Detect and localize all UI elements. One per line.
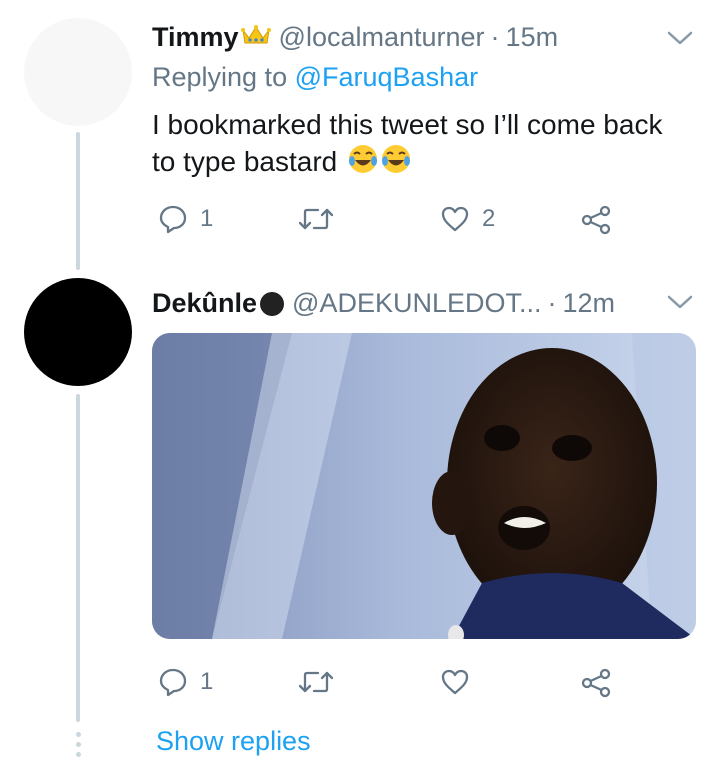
- tweet-header: Timmy @localmanturner · 15m: [152, 22, 558, 53]
- retweet-icon: [298, 208, 334, 230]
- retweet-button[interactable]: [298, 667, 334, 697]
- like-count: 2: [482, 205, 496, 232]
- user-handle[interactable]: @ADEKUNLEDOT...: [292, 288, 541, 319]
- avatar-dekunle[interactable]: [24, 278, 132, 386]
- thread-dots: [75, 732, 81, 762]
- reply-count: 1: [200, 205, 214, 232]
- like-button[interactable]: [440, 667, 470, 697]
- thread-line: [76, 394, 80, 722]
- heart-icon: [441, 669, 469, 695]
- display-name[interactable]: Timmy: [152, 22, 239, 53]
- retweet-button[interactable]: [298, 204, 334, 234]
- show-replies-link[interactable]: Show replies: [156, 726, 311, 757]
- reply-button[interactable]: 1: [158, 667, 213, 697]
- heart-icon: [441, 206, 469, 232]
- share-icon: [581, 668, 611, 698]
- chevron-down-icon[interactable]: [666, 292, 694, 312]
- thread-line: [76, 132, 80, 270]
- reply-icon: [159, 668, 187, 697]
- tweet-header: Dekûnle @ADEKUNLEDOT... · 12m: [152, 288, 615, 319]
- crown-icon: [240, 22, 271, 53]
- timestamp[interactable]: 12m: [563, 288, 616, 319]
- separator: ·: [490, 22, 500, 52]
- chevron-down-icon[interactable]: [666, 28, 694, 48]
- separator: ·: [547, 288, 557, 318]
- black-circle-icon: [260, 291, 285, 316]
- tweet-text: I bookmarked this tweet so I’ll come bac…: [152, 106, 672, 184]
- replying-to: Replying to @FaruqBashar: [152, 62, 478, 93]
- share-button[interactable]: [580, 204, 612, 236]
- reply-button[interactable]: 1: [158, 204, 213, 234]
- user-handle[interactable]: @localmanturner: [279, 22, 485, 53]
- display-name[interactable]: Dekûnle: [152, 288, 257, 319]
- share-button[interactable]: [580, 667, 612, 699]
- like-button[interactable]: 2: [440, 204, 495, 234]
- timestamp[interactable]: 15m: [506, 22, 559, 53]
- avatar-timmy[interactable]: [24, 18, 132, 126]
- share-icon: [581, 205, 611, 235]
- tweet-media-image[interactable]: [152, 333, 696, 639]
- mention-link[interactable]: @FaruqBashar: [295, 62, 479, 92]
- tears-of-joy-icon: [347, 143, 413, 184]
- replying-prefix: Replying to: [152, 62, 288, 92]
- retweet-icon: [298, 671, 334, 693]
- reply-count: 1: [200, 668, 214, 695]
- reply-icon: [159, 205, 187, 234]
